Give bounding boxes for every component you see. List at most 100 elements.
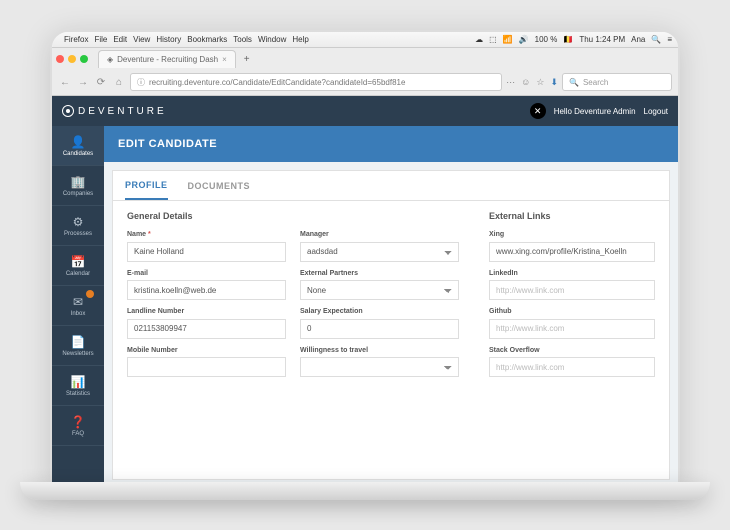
label-stackoverflow: Stack Overflow (489, 347, 655, 354)
address-bar[interactable]: ⓘ recruiting.deventure.co/Candidate/Edit… (130, 73, 502, 91)
menu-edit[interactable]: Edit (113, 35, 127, 44)
sidebar-item-inbox[interactable]: ✉ Inbox (52, 286, 104, 326)
volume-icon[interactable]: 🔊 (519, 35, 529, 44)
sidebar-label: Companies (63, 191, 93, 197)
notifications-icon[interactable]: ≡ (667, 35, 672, 44)
calendar-icon: 📅 (71, 255, 86, 269)
xing-field[interactable] (489, 242, 655, 262)
tab-title: Deventure - Recruiting Dash (117, 55, 218, 64)
sidebar-item-candidates[interactable]: 👤 Candidates (52, 126, 104, 166)
sidebar-item-companies[interactable]: 🏢 Companies (52, 166, 104, 206)
sidebar-item-processes[interactable]: ⚙ Processes (52, 206, 104, 246)
sidebar-label: Calendar (66, 271, 90, 277)
clock[interactable]: Thu 1:24 PM (579, 35, 625, 44)
home-button[interactable]: ⌂ (112, 75, 126, 89)
brand-text: DEVENTURE (78, 106, 167, 117)
more-icon[interactable]: ⋯ (506, 77, 515, 88)
label-xing: Xing (489, 231, 655, 238)
salary-field[interactable] (300, 319, 459, 339)
label-landline: Landline Number (127, 308, 286, 315)
menu-tools[interactable]: Tools (233, 35, 252, 44)
battery-status[interactable]: 100 % (535, 35, 558, 44)
close-icon[interactable]: ✕ (530, 103, 546, 119)
external-partners-select[interactable]: None (300, 280, 459, 300)
download-icon[interactable]: ⬇ (550, 77, 558, 88)
new-tab-button[interactable]: + (240, 54, 254, 65)
window-close[interactable] (56, 55, 64, 63)
spotlight-icon[interactable]: 🔍 (651, 35, 661, 44)
building-icon: 🏢 (71, 175, 86, 189)
gear-icon: ⚙ (73, 215, 84, 229)
menu-bookmarks[interactable]: Bookmarks (187, 35, 227, 44)
notification-badge (86, 290, 94, 298)
chart-icon: 📊 (71, 375, 86, 389)
laptop-base (20, 482, 710, 500)
tab-documents[interactable]: DOCUMENTS (188, 173, 251, 199)
back-button[interactable]: ← (58, 75, 72, 89)
mail-icon: ✉ (73, 295, 83, 309)
menu-file[interactable]: File (94, 35, 107, 44)
label-external-partners: External Partners (300, 270, 459, 277)
forward-button[interactable]: → (76, 75, 90, 89)
section-external: External Links (489, 211, 655, 221)
window-maximize[interactable] (80, 55, 88, 63)
tabs-bar: PROFILE DOCUMENTS (113, 171, 669, 201)
sidebar-label: Processes (64, 231, 92, 237)
label-github: Github (489, 308, 655, 315)
page-title: EDIT CANDIDATE (104, 126, 678, 162)
flag-icon[interactable]: 🇧🇪 (563, 35, 573, 44)
reader-icon[interactable]: ☺ (521, 77, 530, 87)
window-minimize[interactable] (68, 55, 76, 63)
search-icon: 🔍 (569, 78, 579, 87)
menu-view[interactable]: View (133, 35, 150, 44)
menu-help[interactable]: Help (292, 35, 308, 44)
email-field[interactable] (127, 280, 286, 300)
sidebar-item-statistics[interactable]: 📊 Statistics (52, 366, 104, 406)
label-linkedin: LinkedIn (489, 270, 655, 277)
label-willingness: Willingness to travel (300, 347, 459, 354)
tab-profile[interactable]: PROFILE (125, 172, 168, 200)
sidebar: 👤 Candidates 🏢 Companies ⚙ Processes 📅 C… (52, 126, 104, 488)
wifi-icon[interactable]: 📶 (503, 35, 513, 44)
browser-tab[interactable]: ◈ Deventure - Recruiting Dash × (98, 50, 236, 68)
question-icon: ❓ (71, 415, 86, 429)
user-name[interactable]: Ana (631, 35, 645, 44)
manager-select[interactable]: aadsdad (300, 242, 459, 262)
sidebar-item-calendar[interactable]: 📅 Calendar (52, 246, 104, 286)
menubar-app[interactable]: Firefox (64, 35, 88, 44)
sidebar-item-faq[interactable]: ❓ FAQ (52, 406, 104, 446)
landline-field[interactable] (127, 319, 286, 339)
willingness-select[interactable] (300, 357, 459, 377)
brand[interactable]: DEVENTURE (62, 105, 167, 117)
label-name: Name * (127, 231, 286, 238)
section-general: General Details (127, 211, 459, 221)
reload-button[interactable]: ⟳ (94, 75, 108, 89)
person-icon: 👤 (71, 135, 86, 149)
github-field[interactable] (489, 319, 655, 339)
app-header: DEVENTURE ✕ Hello Deventure Admin Logout (52, 96, 678, 126)
stackoverflow-field[interactable] (489, 357, 655, 377)
search-placeholder: Search (583, 78, 608, 87)
menu-history[interactable]: History (156, 35, 181, 44)
star-icon[interactable]: ☆ (536, 77, 544, 88)
sidebar-label: Candidates (63, 151, 93, 157)
dropbox-icon[interactable]: ⬚ (489, 35, 497, 44)
mobile-field[interactable] (127, 357, 286, 377)
logout-link[interactable]: Logout (644, 107, 668, 116)
menu-window[interactable]: Window (258, 35, 286, 44)
tab-close-icon[interactable]: × (222, 55, 227, 64)
greeting: Hello Deventure Admin (554, 107, 636, 116)
label-email: E-mail (127, 270, 286, 277)
linkedin-field[interactable] (489, 280, 655, 300)
label-salary: Salary Expectation (300, 308, 459, 315)
name-field[interactable] (127, 242, 286, 262)
sidebar-label: FAQ (72, 431, 84, 437)
macos-menubar: Firefox File Edit View History Bookmarks… (52, 32, 678, 48)
info-icon: ⓘ (137, 77, 145, 88)
search-box[interactable]: 🔍 Search (562, 73, 672, 91)
browser-chrome: ◈ Deventure - Recruiting Dash × + ← → ⟳ … (52, 48, 678, 96)
cloud-icon[interactable]: ☁ (475, 35, 483, 44)
document-icon: 📄 (71, 335, 86, 349)
sidebar-item-newsletters[interactable]: 📄 Newsletters (52, 326, 104, 366)
sidebar-label: Newsletters (62, 351, 93, 357)
